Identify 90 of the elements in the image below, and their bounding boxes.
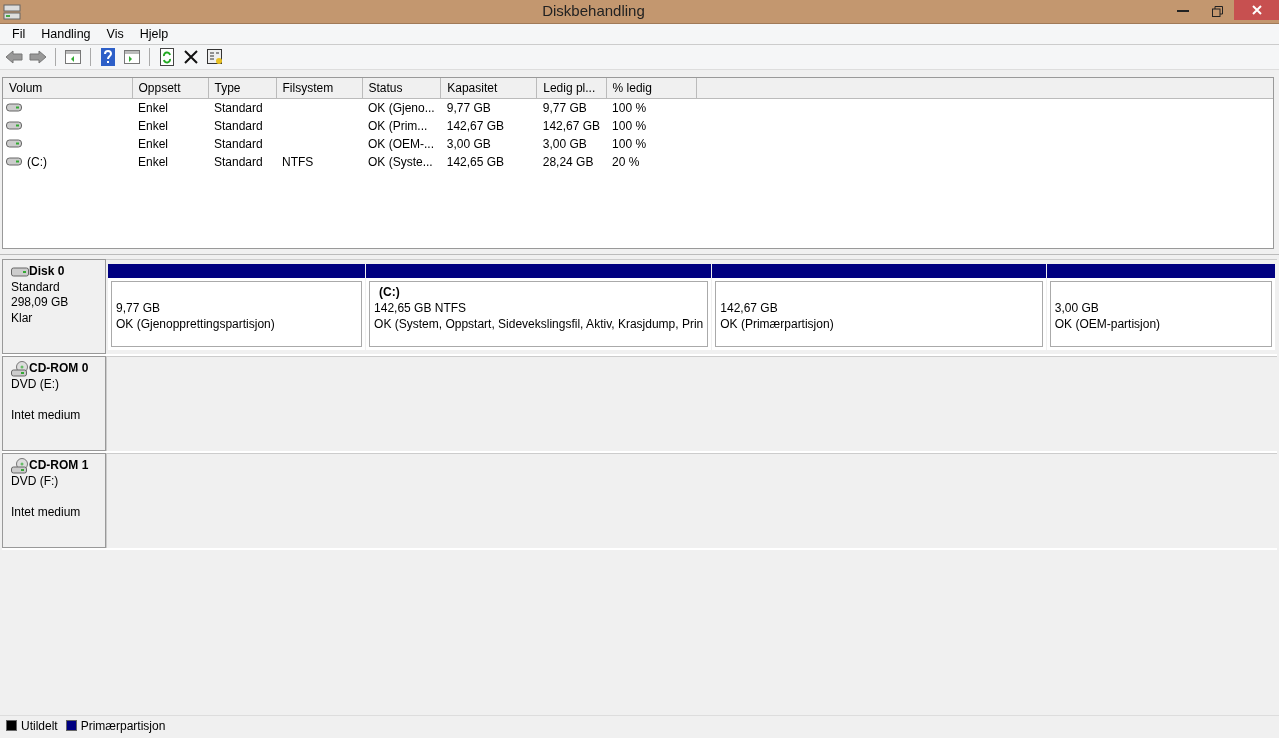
table-cell: OK (Syste... xyxy=(368,155,433,169)
menu-item[interactable]: Vis xyxy=(98,24,132,44)
window-title: Diskbehandling xyxy=(541,1,646,22)
table-cell: OK (Prim... xyxy=(368,119,428,133)
table-cell: Enkel xyxy=(138,155,169,169)
cd-drive-icon xyxy=(11,458,29,474)
drive-icon xyxy=(6,139,22,148)
table-cell: OK (OEM-... xyxy=(368,137,434,151)
partition-status: OK (System, Oppstart, Sidevekslingsfil, Aktiv, Krasjdump, Prin xyxy=(374,316,704,332)
partition-label: (C:) xyxy=(379,285,400,299)
disk-name: Disk 0 xyxy=(29,264,65,280)
disk-info: 298,09 GB xyxy=(11,295,70,311)
table-cell: 3,00 GB xyxy=(542,137,587,151)
partition-size: 9,77 GB xyxy=(116,300,162,316)
volume-row[interactable]: Enkel Standard OK (OEM-... 3,00 GB 3,00 GB 100 % xyxy=(3,135,1273,153)
disk-info: DVD (E:) xyxy=(11,377,60,393)
volume-row[interactable]: Enkel Standard OK (Gjeno... 9,77 GB 9,77 GB 100 % xyxy=(3,98,1273,117)
column-header[interactable]: Filsystem xyxy=(276,78,362,99)
table-cell: 20 % xyxy=(612,155,640,169)
column-header[interactable]: Volum xyxy=(3,78,132,99)
table-cell: 100 % xyxy=(612,101,647,115)
menu-item[interactable]: Handling xyxy=(33,24,99,44)
table-cell: Enkel xyxy=(138,101,169,115)
forward-button[interactable] xyxy=(28,47,48,67)
partition-panel[interactable]: (C:) 142,65 GB NTFS OK (System, Oppstart, Sidevekslingsfil, Aktiv, Krasjdump, Prin xyxy=(369,281,709,347)
close-button[interactable] xyxy=(1234,0,1279,20)
restore-icon xyxy=(1211,6,1223,17)
table-cell: Enkel xyxy=(138,137,169,151)
disk-info: Intet medium xyxy=(11,407,82,423)
partition-status: OK (Gjenopprettingspartisjon) xyxy=(116,316,276,332)
table-cell: 9,77 GB xyxy=(446,101,491,115)
partition-size: 3,00 GB xyxy=(1054,300,1100,316)
disk-info: Klar xyxy=(11,310,34,326)
partition-size: 142,65 GB NTFS xyxy=(374,300,468,316)
table-cell: Standard xyxy=(214,155,263,169)
table-cell: Standard xyxy=(214,101,263,115)
table-cell: 3,00 GB xyxy=(446,137,491,151)
app-icon xyxy=(3,3,21,20)
column-header[interactable]: Kapasitet xyxy=(440,78,537,99)
properties-button[interactable] xyxy=(205,47,225,67)
close-icon xyxy=(1251,5,1262,15)
partition-status: OK (Primærpartisjon) xyxy=(720,316,835,332)
partition-panel[interactable]: 9,77 GB OK (Gjenopprettingspartisjon) xyxy=(111,281,363,347)
drive-icon xyxy=(6,103,22,112)
partition-panel[interactable]: 3,00 GB OK (OEM-partisjon) xyxy=(1049,281,1272,347)
legend-label: Primærpartisjon xyxy=(80,717,166,735)
table-cell: OK (Gjeno... xyxy=(368,101,435,115)
disk-drive-icon xyxy=(11,266,29,277)
column-header[interactable]: % ledig xyxy=(606,78,697,99)
partition-panel[interactable]: 142,67 GB OK (Primærpartisjon) xyxy=(715,281,1043,347)
column-header[interactable]: Type xyxy=(208,78,276,99)
table-cell: 9,77 GB xyxy=(542,101,587,115)
cd-drive-icon xyxy=(11,361,29,377)
table-cell: NTFS xyxy=(282,155,314,169)
table-cell: 100 % xyxy=(612,119,647,133)
disk-info: Standard xyxy=(11,279,61,295)
volume-row[interactable]: (C:) Enkel Standard NTFS OK (Syste... 142,65 GB 28,24 GB 20 % xyxy=(3,153,1273,171)
table-cell: 28,24 GB xyxy=(542,155,594,169)
table-cell: Enkel xyxy=(138,119,169,133)
action-pane-button[interactable] xyxy=(122,47,142,67)
refresh-button[interactable] xyxy=(157,47,177,67)
disk-name: CD-ROM 0 xyxy=(29,361,89,377)
menu-item[interactable]: Fil xyxy=(4,24,34,44)
volume-row[interactable]: Enkel Standard OK (Prim... 142,67 GB 142,67 GB 100 % xyxy=(3,117,1273,135)
console-tree-button[interactable] xyxy=(63,47,83,67)
help-button[interactable] xyxy=(98,47,118,67)
table-cell: 142,65 GB xyxy=(446,155,505,169)
table-cell: 142,67 GB xyxy=(542,119,601,133)
disk-info: DVD (F:) xyxy=(11,474,60,490)
column-header[interactable]: Oppsett xyxy=(132,78,208,99)
partition-size: 142,67 GB xyxy=(720,300,779,316)
column-header[interactable]: Ledig pl... xyxy=(536,78,607,99)
disk-name: CD-ROM 1 xyxy=(29,458,89,474)
table-cell: Standard xyxy=(214,119,263,133)
disk-label-panel[interactable]: CD-ROM 0 DVD (E:) Intet medium xyxy=(2,356,106,451)
legend-label: Utildelt xyxy=(21,717,58,735)
table-cell: Standard xyxy=(214,137,263,151)
column-header[interactable]: Status xyxy=(362,78,441,99)
table-cell: 142,67 GB xyxy=(446,119,505,133)
drive-icon xyxy=(6,121,22,130)
menu-item[interactable]: Hjelp xyxy=(131,24,177,44)
table-cell: 100 % xyxy=(612,137,647,151)
disk-label-panel[interactable]: CD-ROM 1 DVD (F:) Intet medium xyxy=(2,453,106,548)
disk-info: Intet medium xyxy=(11,504,82,520)
drive-icon xyxy=(6,157,22,166)
table-cell-text: (C:) xyxy=(27,153,47,171)
back-button[interactable] xyxy=(4,47,24,67)
partition-status: OK (OEM-partisjon) xyxy=(1054,316,1162,332)
minimize-icon xyxy=(1177,10,1189,13)
disk-label-panel[interactable]: Disk 0 Standard 298,09 GB Klar xyxy=(2,259,106,354)
